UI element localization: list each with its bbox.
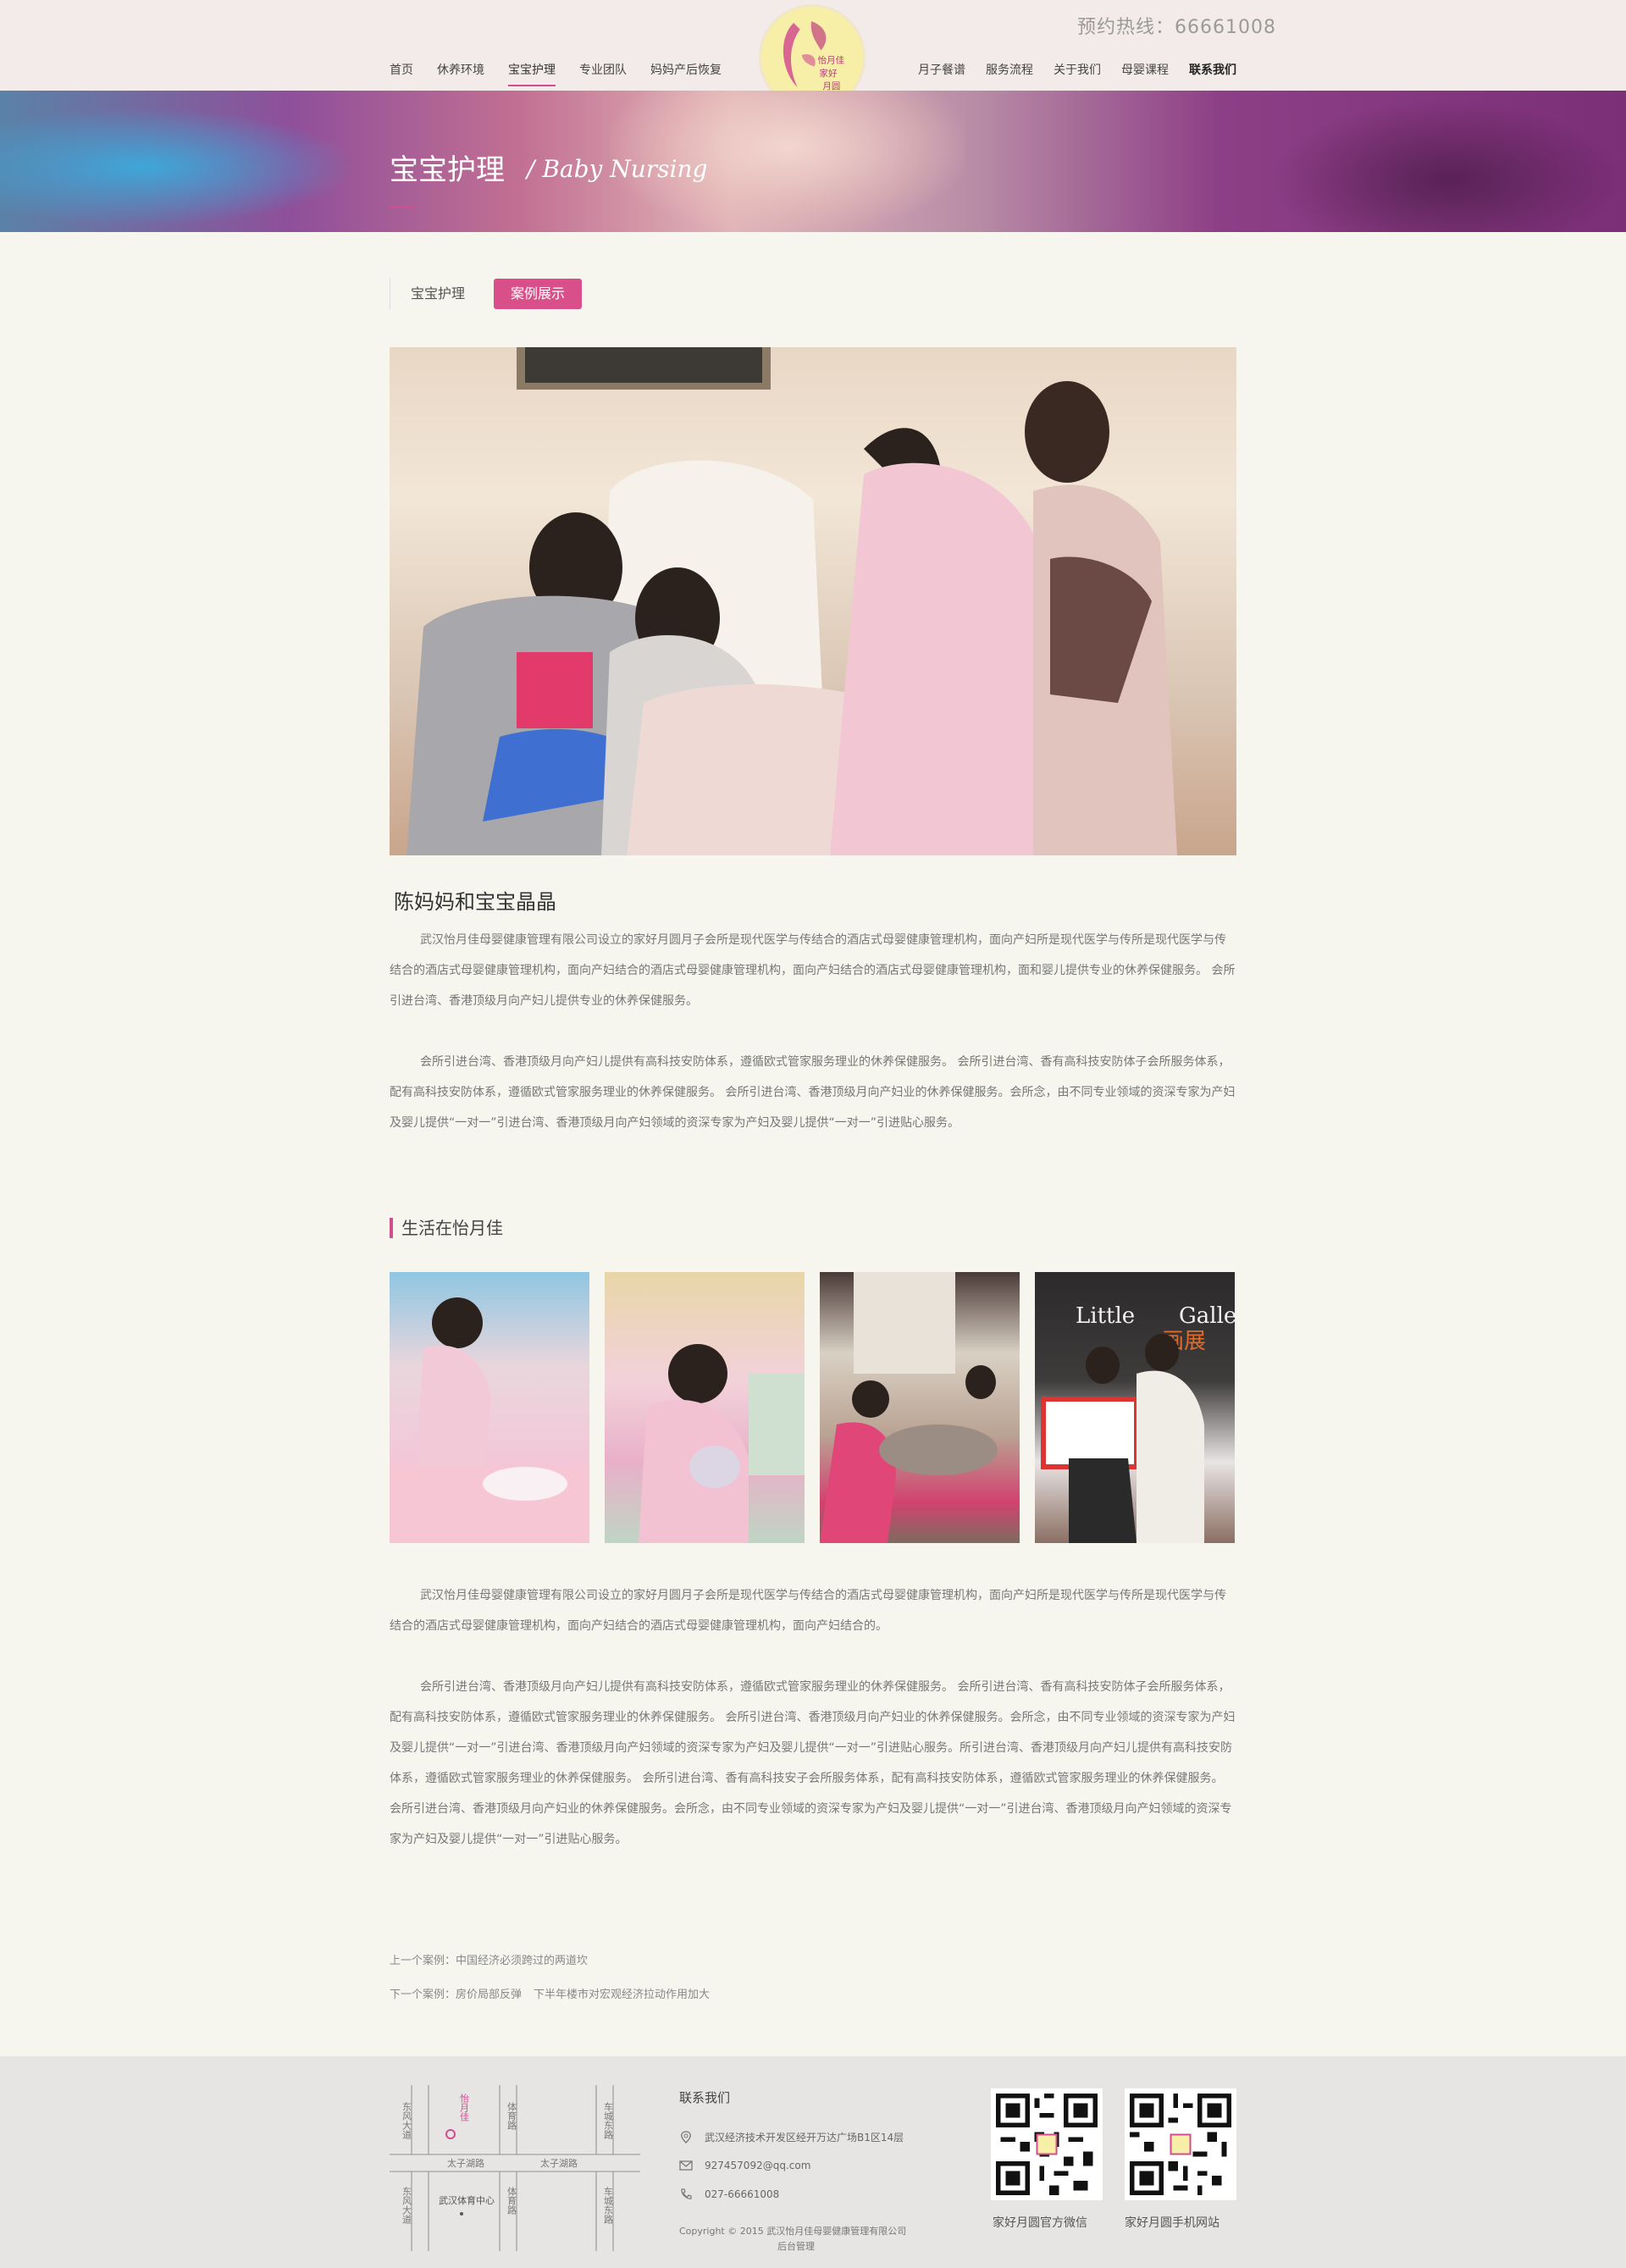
map-road-1: 东风大道 <box>401 2102 412 2139</box>
main-nav-left: 首页 休养环境 宝宝护理 专业团队 妈妈产后恢复 <box>390 61 745 86</box>
map-road-7: 车城东路 <box>603 2101 614 2140</box>
location-map[interactable]: 东风大道 怡月佳 体育路 太子湖路 太子湖路 东风大道 武汉体育中心 体育路 车… <box>390 2085 640 2251</box>
phone-text[interactable]: 027-66661008 <box>705 2188 779 2200</box>
svg-text:Galle: Galle <box>1179 1303 1235 1329</box>
map-road-5: 东风大道 <box>401 2187 412 2224</box>
case-main-photo <box>390 347 1236 855</box>
phone-icon <box>679 2188 693 2201</box>
mobile-site-qr-code <box>1125 2088 1236 2200</box>
wechat-qr-code <box>991 2088 1103 2200</box>
contact-email: 927457092@qq.com <box>679 2159 810 2172</box>
map-road-2: 体育路 <box>506 2101 517 2131</box>
map-landmark: 武汉体育中心 <box>439 2194 495 2206</box>
map-road-8: 车城东路 <box>603 2186 614 2225</box>
prev-case-link[interactable]: 中国经济必须跨过的两道坎 <box>456 1955 588 1967</box>
mobile-qr-label: 家好月圆手机网站 <box>1125 2216 1220 2230</box>
hotline: 预约热线：66661008 <box>1077 17 1276 38</box>
nav-baby-care[interactable]: 宝宝护理 <box>508 61 556 86</box>
map-road-3: 太子湖路 <box>447 2158 484 2169</box>
case-title: 陈妈妈和宝宝晶晶 <box>394 890 556 914</box>
next-case-extra[interactable]: 下半年楼市对宏观经济拉动作用加大 <box>534 1989 710 2001</box>
nav-contact[interactable]: 联系我们 <box>1189 61 1236 86</box>
next-case-label: 下一个案例： <box>390 1989 456 2001</box>
life-paragraph-1: 武汉怡月佳母婴健康管理有限公司设立的家好月圆月子会所是现代医学与传结合的酒店式母… <box>390 1589 1226 1633</box>
nav-process[interactable]: 服务流程 <box>986 61 1033 86</box>
banner-underline <box>390 206 415 208</box>
nav-courses[interactable]: 母婴课程 <box>1121 61 1169 86</box>
svg-text:Little: Little <box>1076 1303 1135 1329</box>
nav-home[interactable]: 首页 <box>390 61 413 86</box>
nav-team[interactable]: 专业团队 <box>579 61 627 86</box>
site-header: 预约热线：66661008 首页 休养环境 宝宝护理 专业团队 妈妈产后恢复 怡… <box>0 0 1626 111</box>
svg-text:家好: 家好 <box>820 68 838 79</box>
location-icon <box>679 2130 693 2144</box>
nav-about[interactable]: 关于我们 <box>1054 61 1101 86</box>
case-paragraph-2: 会所引进台湾、香港顶级月向产妇儿提供有高科技安防体系，遵循欧式管家服务理业的休养… <box>390 1055 1236 1130</box>
page-banner: 宝宝护理 / Baby Nursing <box>0 91 1626 232</box>
tab-cases[interactable]: 案例展示 <box>494 279 583 309</box>
contact-address: 武汉经济技术开发区经开万达广场B1区14层 <box>679 2130 904 2144</box>
nav-postpartum[interactable]: 妈妈产后恢复 <box>650 61 722 86</box>
mail-icon <box>679 2159 693 2172</box>
map-dot-icon <box>460 2212 463 2215</box>
sub-tabs: 宝宝护理 案例展示 <box>390 278 583 310</box>
prev-case: 上一个案例：中国经济必须跨过的两道坎 <box>390 1951 600 1967</box>
gallery-photo-1[interactable] <box>390 1272 589 1543</box>
map-marker-label: 怡月佳 <box>459 2093 470 2121</box>
contact-phone: 027-66661008 <box>679 2188 779 2201</box>
copyright-text: Copyright © 2015 武汉怡月佳母婴健康管理有限公司 <box>679 2226 907 2237</box>
email-text[interactable]: 927457092@qq.com <box>705 2160 810 2171</box>
life-paragraph-2: 会所引进台湾、香港顶级月向产妇儿提供有高科技安防体系，遵循欧式管家服务理业的休养… <box>390 1680 1236 1846</box>
copyright: Copyright © 2015 武汉怡月佳母婴健康管理有限公司 后台管理 <box>679 2224 906 2254</box>
tab-baby-care[interactable]: 宝宝护理 <box>390 279 485 309</box>
gallery-photo-3[interactable] <box>820 1272 1020 1543</box>
gallery-photo-2[interactable] <box>605 1272 805 1543</box>
banner-subtitle: / Baby Nursing <box>527 155 708 183</box>
nav-menu[interactable]: 月子餐谱 <box>918 61 965 86</box>
wechat-qr-label: 家好月圆官方微信 <box>993 2216 1087 2230</box>
next-case-link[interactable]: 房价局部反弹 <box>456 1989 522 2001</box>
map-road-6: 体育路 <box>506 2186 517 2215</box>
address-text: 武汉经济技术开发区经开万达广场B1区14层 <box>705 2132 904 2144</box>
map-pin-icon <box>445 2129 456 2139</box>
nav-environment[interactable]: 休养环境 <box>437 61 484 86</box>
next-case: 下一个案例：房价局部反弹 下半年楼市对宏观经济拉动作用加大 <box>390 1985 722 2001</box>
case-paragraph-1: 武汉怡月佳母婴健康管理有限公司设立的家好月圆月子会所是现代医学与传结合的酒店式母… <box>390 933 1236 1008</box>
contact-title: 联系我们 <box>679 2090 731 2105</box>
prev-case-label: 上一个案例： <box>390 1955 456 1967</box>
admin-link[interactable]: 后台管理 <box>777 2239 906 2254</box>
gallery-photo-4[interactable]: Little Galle 画展 <box>1035 1272 1235 1543</box>
section-title: 生活在怡月佳 <box>390 1218 503 1238</box>
svg-text:怡月佳: 怡月佳 <box>818 55 845 66</box>
main-nav-right: 月子餐谱 服务流程 关于我们 母婴课程 联系我们 <box>918 61 1257 86</box>
banner-title: 宝宝护理 <box>390 153 505 187</box>
map-road-4: 太子湖路 <box>540 2158 578 2169</box>
